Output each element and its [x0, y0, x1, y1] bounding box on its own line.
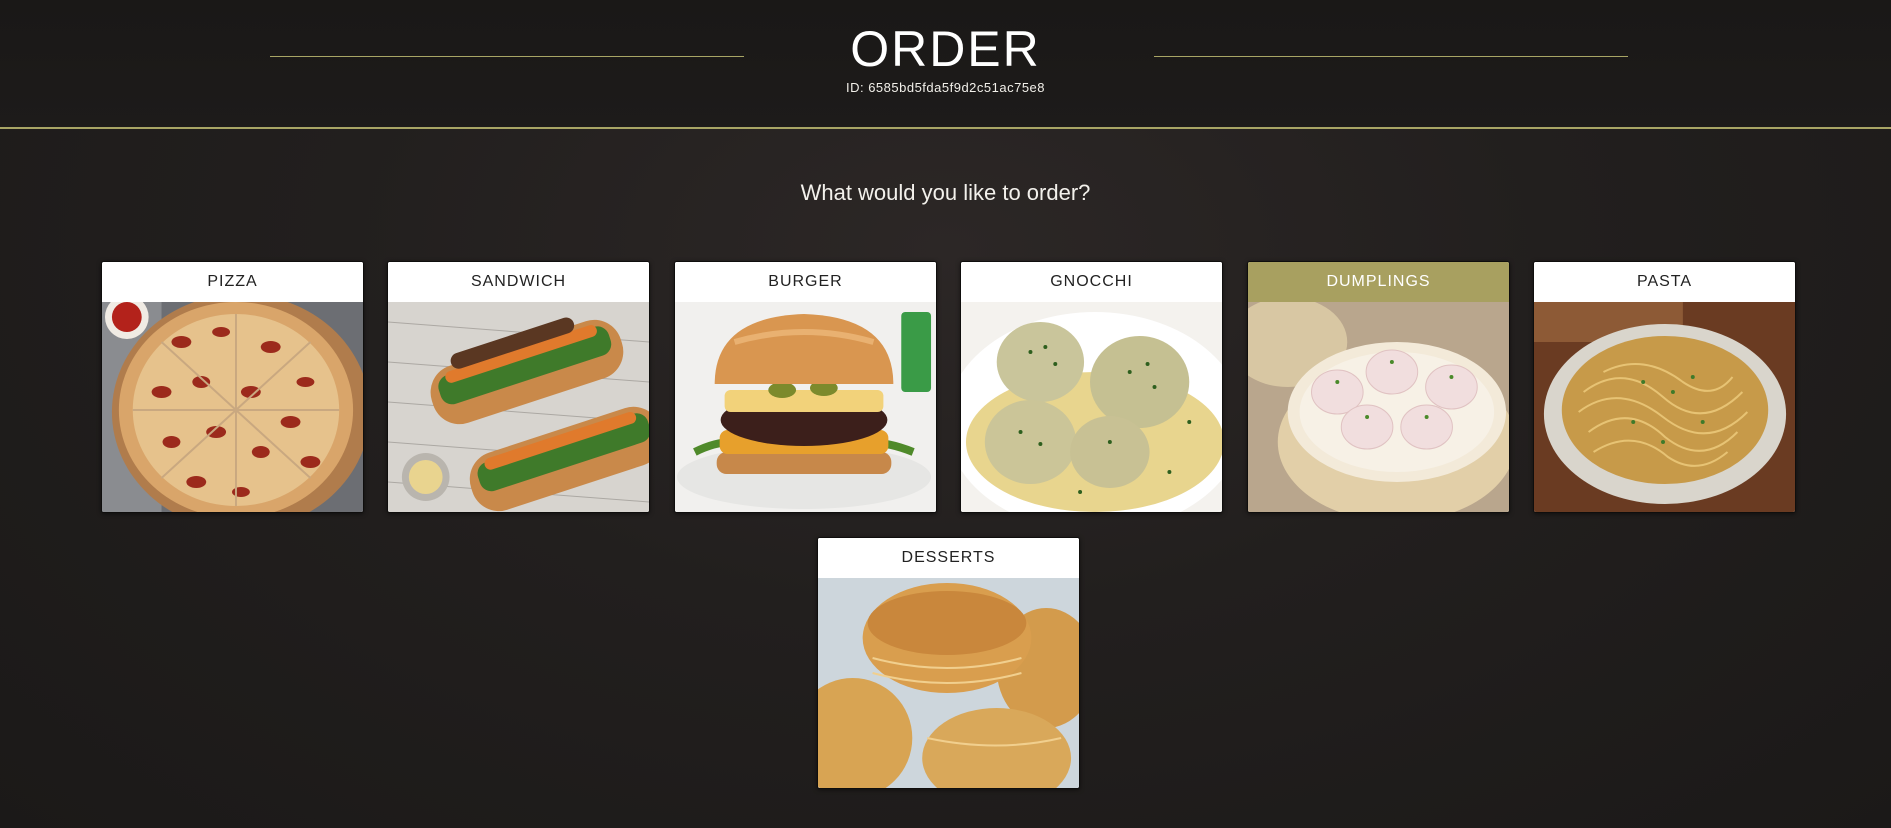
category-label: BURGER	[675, 262, 936, 302]
category-card-pizza[interactable]: PIZZA	[101, 261, 364, 513]
order-prompt: What would you like to order?	[800, 180, 1091, 205]
category-label: PIZZA	[102, 262, 363, 302]
category-label: DUMPLINGS	[1248, 262, 1509, 302]
category-label: DESSERTS	[818, 538, 1079, 578]
dumplings-image	[1248, 302, 1509, 512]
category-label: GNOCCHI	[961, 262, 1222, 302]
page-title: ORDER	[850, 21, 1041, 77]
burger-image	[675, 302, 936, 512]
gnocchi-image	[961, 302, 1222, 512]
order-page: ORDER ID: 6585bd5fda5f9d2c51ac75e8 What …	[0, 0, 1891, 828]
sandwich-image	[388, 302, 649, 512]
category-card-gnocchi[interactable]: GNOCCHI	[960, 261, 1223, 513]
category-label: SANDWICH	[388, 262, 649, 302]
order-id: ID: 6585bd5fda5f9d2c51ac75e8	[845, 80, 1046, 95]
category-label: PASTA	[1534, 262, 1795, 302]
category-card-burger[interactable]: BURGER	[674, 261, 937, 513]
header-rule-right	[1154, 56, 1628, 57]
desserts-image	[818, 578, 1079, 788]
category-card-dumplings[interactable]: DUMPLINGS	[1247, 261, 1510, 513]
category-card-sandwich[interactable]: SANDWICH	[387, 261, 650, 513]
category-card-desserts[interactable]: DESSERTS	[817, 537, 1080, 789]
page-header: ORDER ID: 6585bd5fda5f9d2c51ac75e8	[0, 0, 1891, 129]
pizza-image	[102, 302, 363, 512]
pasta-image	[1534, 302, 1795, 512]
category-card-pasta[interactable]: PASTA	[1533, 261, 1796, 513]
